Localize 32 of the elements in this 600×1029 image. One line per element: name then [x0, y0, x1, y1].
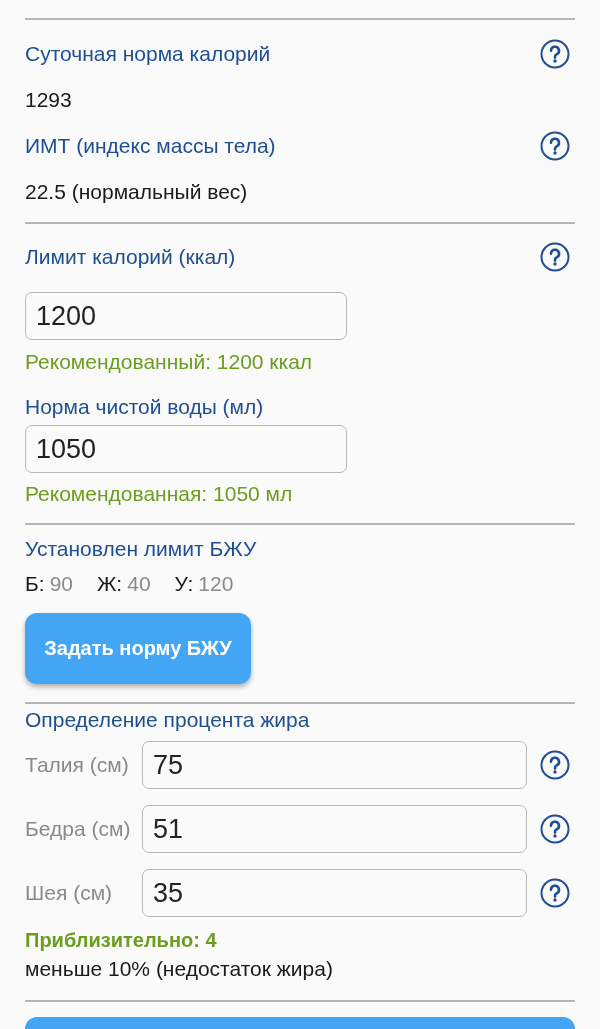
help-icon[interactable]	[540, 750, 570, 780]
macro-value: 90	[49, 572, 73, 596]
macro-letter: Ж:	[97, 572, 123, 596]
field-label: Норма чистой воды (мл)	[25, 395, 265, 419]
help-icon[interactable]	[540, 814, 570, 844]
recommended-hint: Рекомендованная: 1050 мл	[25, 482, 294, 506]
macro-value: 40	[127, 572, 151, 596]
section-title: Определение процента жира	[25, 708, 311, 732]
stat-value: 22.5 (нормальный вес)	[25, 180, 249, 204]
measure-label: Талия (см)	[25, 753, 130, 777]
help-icon[interactable]	[540, 131, 570, 161]
fat-estimate: Приблизительно: 4	[25, 928, 218, 952]
stat-value: 1293	[25, 88, 73, 112]
water-field[interactable]: 1050	[25, 425, 347, 473]
help-icon[interactable]	[540, 242, 570, 272]
measure-field[interactable]: 75	[142, 741, 527, 789]
section-title: Установлен лимит БЖУ	[25, 537, 258, 561]
macro-value: 120	[198, 572, 234, 596]
measure-field[interactable]: 35	[142, 869, 527, 917]
calorie-limit-field[interactable]: 1200	[25, 292, 347, 340]
help-icon[interactable]	[540, 39, 570, 69]
macro-letter: У:	[174, 572, 194, 596]
measure-label: Бедра (см)	[25, 817, 132, 841]
field-label: Лимит калорий (ккал)	[25, 245, 236, 269]
stat-label: Суточная норма калорий	[25, 42, 271, 66]
help-icon[interactable]	[540, 878, 570, 908]
recommended-hint: Рекомендованный: 1200 ккал	[25, 350, 314, 374]
stat-label: ИМТ (индекс массы тела)	[25, 134, 276, 158]
measure-field[interactable]: 51	[142, 805, 527, 853]
fat-category: меньше 10% (недостаток жира)	[25, 957, 334, 981]
measure-label: Шея (см)	[25, 881, 114, 905]
macro-letter: Б:	[25, 572, 45, 596]
